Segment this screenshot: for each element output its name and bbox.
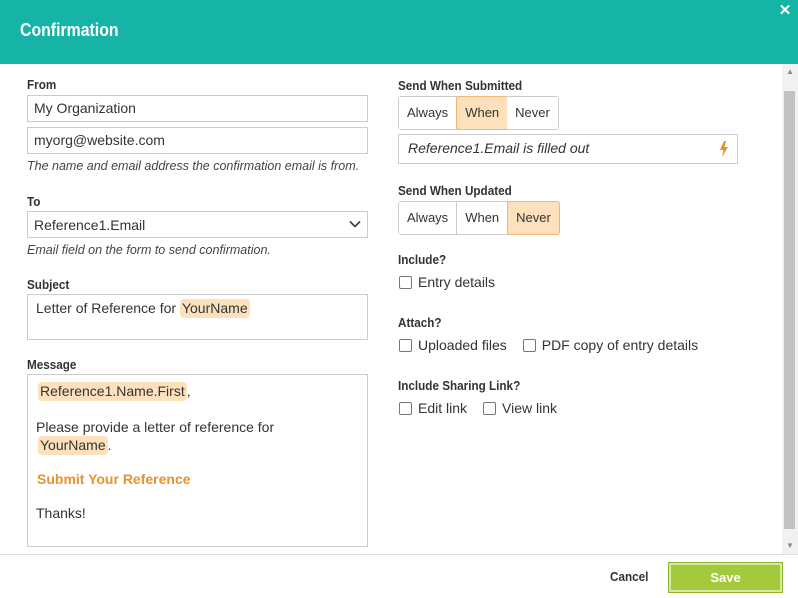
sharing-options: Edit link View link	[399, 400, 557, 416]
message-line2-suffix: .	[107, 437, 112, 453]
uploaded-files-checkbox[interactable]	[399, 338, 412, 352]
view-link-label[interactable]: View link	[502, 400, 557, 416]
to-hint: Email field on the form to send confirma…	[27, 243, 271, 257]
from-email-input[interactable]: myorg@website.com	[27, 127, 368, 154]
include-label: Include?	[398, 252, 447, 267]
from-hint: The name and email address the confirmat…	[27, 159, 360, 173]
scrollbar-thumb[interactable]	[784, 91, 795, 529]
from-label: From	[27, 77, 57, 92]
submitted-condition-text: Reference1.Email is filled out	[408, 140, 590, 156]
updated-never-button[interactable]: Never	[507, 201, 560, 235]
message-editor[interactable]: Reference1.Name.First, Please provide a …	[27, 374, 368, 547]
uploaded-files-label[interactable]: Uploaded files	[418, 337, 507, 353]
submitted-always-button[interactable]: Always	[399, 97, 458, 129]
entry-details-label[interactable]: Entry details	[418, 274, 495, 290]
attach-options: Uploaded files PDF copy of entry details	[399, 337, 698, 353]
send-when-submitted-label: Send When Submitted	[398, 78, 523, 93]
chevron-down-icon	[349, 220, 361, 228]
message-greeting-token[interactable]: Reference1.Name.First	[38, 382, 187, 401]
message-label: Message	[27, 357, 77, 372]
message-line1: Please provide a letter of reference for	[36, 419, 275, 435]
message-line2: YourName.	[38, 436, 112, 455]
dialog-header: Confirmation	[0, 0, 798, 64]
send-when-updated-toggle: Always When Never	[398, 201, 560, 235]
subject-input[interactable]: Letter of Reference for YourName	[27, 294, 368, 340]
dialog-footer: Cancel Save	[0, 554, 798, 598]
updated-when-button[interactable]: When	[457, 202, 509, 234]
edit-link-checkbox[interactable]	[399, 401, 412, 415]
entry-details-checkbox[interactable]	[399, 275, 412, 289]
to-select[interactable]: Reference1.Email	[27, 211, 368, 238]
scroll-up-arrow-icon[interactable]: ▲	[782, 64, 798, 80]
to-label: To	[27, 194, 41, 209]
updated-always-button[interactable]: Always	[399, 202, 458, 234]
subject-label: Subject	[27, 277, 70, 292]
submitted-condition-field[interactable]: Reference1.Email is filled out	[398, 134, 738, 164]
submitted-when-button[interactable]: When	[456, 96, 509, 130]
cancel-button[interactable]: Cancel	[610, 569, 648, 584]
sharing-label: Include Sharing Link?	[398, 378, 521, 393]
vertical-scrollbar[interactable]: ▲ ▼	[782, 64, 798, 554]
message-greeting: Reference1.Name.First,	[38, 382, 191, 401]
pdf-copy-label[interactable]: PDF copy of entry details	[542, 337, 698, 353]
submitted-never-button[interactable]: Never	[507, 97, 558, 129]
dialog-title: Confirmation	[20, 20, 119, 40]
dialog-body: From My Organization myorg@website.com T…	[0, 64, 782, 554]
message-submit-link[interactable]: Submit Your Reference	[37, 471, 191, 487]
message-greeting-suffix: ,	[186, 383, 191, 399]
from-name-input[interactable]: My Organization	[27, 95, 368, 122]
to-select-value: Reference1.Email	[34, 217, 146, 233]
lightning-icon[interactable]	[719, 141, 729, 157]
scroll-down-arrow-icon[interactable]: ▼	[782, 538, 798, 554]
message-closing: Thanks!	[36, 505, 86, 521]
send-when-updated-label: Send When Updated	[398, 183, 512, 198]
save-button[interactable]: Save	[668, 562, 783, 593]
subject-token[interactable]: YourName	[179, 299, 250, 318]
include-entry-details-option: Entry details	[399, 274, 495, 290]
attach-label: Attach?	[398, 315, 442, 330]
send-when-submitted-toggle: Always When Never	[398, 96, 559, 130]
close-icon[interactable]: ✕	[778, 3, 792, 18]
pdf-copy-checkbox[interactable]	[522, 338, 536, 352]
subject-text: Letter of Reference for	[36, 300, 177, 316]
edit-link-label[interactable]: Edit link	[418, 400, 467, 416]
message-line2-token[interactable]: YourName	[38, 436, 108, 455]
view-link-checkbox[interactable]	[483, 401, 497, 415]
